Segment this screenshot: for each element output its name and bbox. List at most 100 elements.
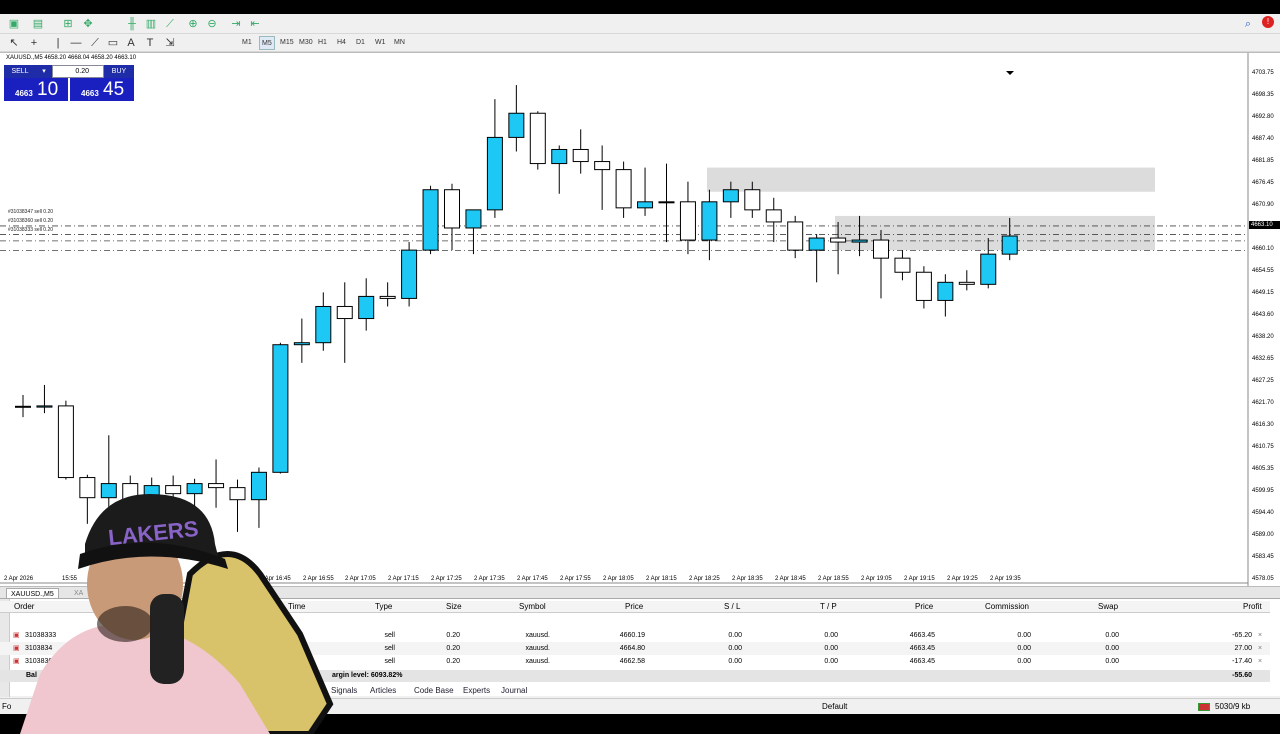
timeframe-d1[interactable]: D1 xyxy=(354,36,367,50)
col-price-current[interactable]: Price xyxy=(915,601,933,613)
notification-icon[interactable]: ! xyxy=(1262,16,1274,28)
symbol-info: XAUUSD.,M5 4658.20 4668.04 4658.20 4663.… xyxy=(6,55,137,61)
cell-price: 4660.19 xyxy=(619,632,645,639)
candle-body xyxy=(637,201,654,209)
line-chart-icon[interactable]: ⟋ xyxy=(162,16,178,32)
time-tick: 2 Apr 19:35 xyxy=(990,576,1021,582)
crosshair-icon[interactable]: + xyxy=(26,35,42,51)
candle-chart-icon[interactable]: ▥ xyxy=(143,16,159,32)
bar-chart-icon[interactable]: ╫ xyxy=(124,16,140,32)
price-tick: 4627.25 xyxy=(1252,378,1274,384)
cell-profit: -17.40 xyxy=(1232,658,1252,665)
zoom-in-icon[interactable]: ⊕ xyxy=(185,16,201,32)
price-tick: 4638.20 xyxy=(1252,334,1274,340)
candle-body xyxy=(529,112,546,165)
cell-tp: 0.00 xyxy=(824,658,838,665)
profiles-icon[interactable]: ▤ xyxy=(30,16,46,32)
time-tick: 2 Apr 19:05 xyxy=(861,576,892,582)
candle-body xyxy=(57,405,74,479)
channel-icon[interactable]: ▭ xyxy=(105,35,121,51)
cell-price2: 4663.45 xyxy=(909,658,935,665)
shift-marker xyxy=(1006,71,1014,75)
terminal-tab-journal[interactable]: Journal xyxy=(501,686,527,697)
col-price[interactable]: Price xyxy=(625,601,643,613)
candle-body xyxy=(615,169,632,209)
col-tp[interactable]: T / P xyxy=(820,601,837,613)
candle-body xyxy=(765,209,782,223)
cursor-icon[interactable]: ↖ xyxy=(6,35,22,51)
buy-price[interactable]: 4663 45 xyxy=(70,78,134,101)
cell-commission: 0.00 xyxy=(1017,645,1031,652)
timeframe-mn[interactable]: MN xyxy=(392,36,407,50)
terminal-tab-code-base[interactable]: Code Base xyxy=(414,686,454,697)
time-tick: 2 Apr 17:55 xyxy=(560,576,591,582)
buy-price-minor: 45 xyxy=(103,79,125,100)
candle-body xyxy=(1001,235,1018,255)
close-order-icon[interactable]: × xyxy=(1258,629,1262,642)
col-symbol[interactable]: Symbol xyxy=(519,601,546,613)
vertical-line-icon[interactable]: | xyxy=(50,35,66,51)
zoom-out-icon[interactable]: ⊖ xyxy=(204,16,220,32)
text-label-icon[interactable]: T xyxy=(142,35,158,51)
new-chart-icon[interactable]: ▣ xyxy=(6,16,22,32)
col-size[interactable]: Size xyxy=(446,601,462,613)
arrows-icon[interactable]: ⇲ xyxy=(162,35,178,51)
candle-body xyxy=(679,201,696,241)
candle-body xyxy=(722,189,739,203)
cell-symbol: xauusd. xyxy=(525,645,550,652)
sell-button[interactable]: SELL xyxy=(4,65,36,78)
order-tag[interactable]: #31038360 sell 0.20 xyxy=(8,218,53,224)
cell-size: 0.20 xyxy=(446,632,460,639)
price-tick: 4660.10 xyxy=(1252,246,1274,252)
terminal-tab-articles[interactable]: Articles xyxy=(370,686,396,697)
text-icon[interactable]: A xyxy=(123,35,139,51)
timeframe-h1[interactable]: H1 xyxy=(316,36,329,50)
cell-swap: 0.00 xyxy=(1105,645,1119,652)
navigator-icon[interactable]: ✥ xyxy=(80,16,96,32)
candle-body xyxy=(915,271,932,301)
webcam-overlay: LAKERS xyxy=(0,474,340,734)
timeframe-m15[interactable]: M15 xyxy=(278,36,296,50)
candle-body xyxy=(36,405,53,408)
order-tag[interactable]: #31038333 sell 0.20 xyxy=(8,227,53,233)
cell-commission: 0.00 xyxy=(1017,632,1031,639)
order-tag[interactable]: #31038347 sell 0.20 xyxy=(8,209,53,215)
timeframe-m1[interactable]: M1 xyxy=(240,36,254,50)
timeframe-w1[interactable]: W1 xyxy=(373,36,388,50)
col-swap[interactable]: Swap xyxy=(1098,601,1118,613)
search-icon[interactable]: ⌕ xyxy=(1240,16,1256,32)
trendline-icon[interactable]: ⟋ xyxy=(87,35,103,51)
col-type[interactable]: Type xyxy=(375,601,392,613)
lots-dropdown-icon[interactable]: ▾ xyxy=(36,65,52,78)
col-commission[interactable]: Commission xyxy=(985,601,1029,613)
close-order-icon[interactable]: × xyxy=(1258,642,1262,655)
cell-price2: 4663.45 xyxy=(909,632,935,639)
price-tick: 4676.45 xyxy=(1252,180,1274,186)
candle-body xyxy=(980,253,997,285)
lots-input[interactable]: 0.20 xyxy=(52,65,104,78)
candle-body xyxy=(486,136,503,211)
candle-body xyxy=(15,405,31,408)
cell-sl: 0.00 xyxy=(728,632,742,639)
candle-body xyxy=(315,305,332,344)
timeframe-m30[interactable]: M30 xyxy=(297,36,315,50)
autoscroll-icon[interactable]: ⇥ xyxy=(228,16,244,32)
main-toolbar: ▣ ▤ ⊞ ✥ ╫ ▥ ⟋ ⊕ ⊖ ⇥ ⇤ ⌕ ! xyxy=(0,14,1280,34)
buy-button[interactable]: BUY xyxy=(104,65,134,78)
market-watch-icon[interactable]: ⊞ xyxy=(60,16,76,32)
sell-price[interactable]: 4663 10 xyxy=(4,78,68,101)
horizontal-line-icon[interactable]: — xyxy=(68,35,84,51)
cell-profit: -65.20 xyxy=(1232,632,1252,639)
cell-type: sell xyxy=(384,658,395,665)
current-price-marker: 4663.10 xyxy=(1249,221,1280,229)
close-order-icon[interactable]: × xyxy=(1258,655,1262,668)
timeframe-h4[interactable]: H4 xyxy=(335,36,348,50)
candle-body xyxy=(851,239,868,243)
chart-shift-icon[interactable]: ⇤ xyxy=(247,16,263,32)
price-tick: 4610.75 xyxy=(1252,444,1274,450)
terminal-tab-experts[interactable]: Experts xyxy=(463,686,490,697)
col-sl[interactable]: S / L xyxy=(724,601,740,613)
col-profit[interactable]: Profit xyxy=(1243,601,1262,613)
timeframe-m5[interactable]: M5 xyxy=(259,36,275,50)
cell-profit: 27.00 xyxy=(1234,645,1252,652)
